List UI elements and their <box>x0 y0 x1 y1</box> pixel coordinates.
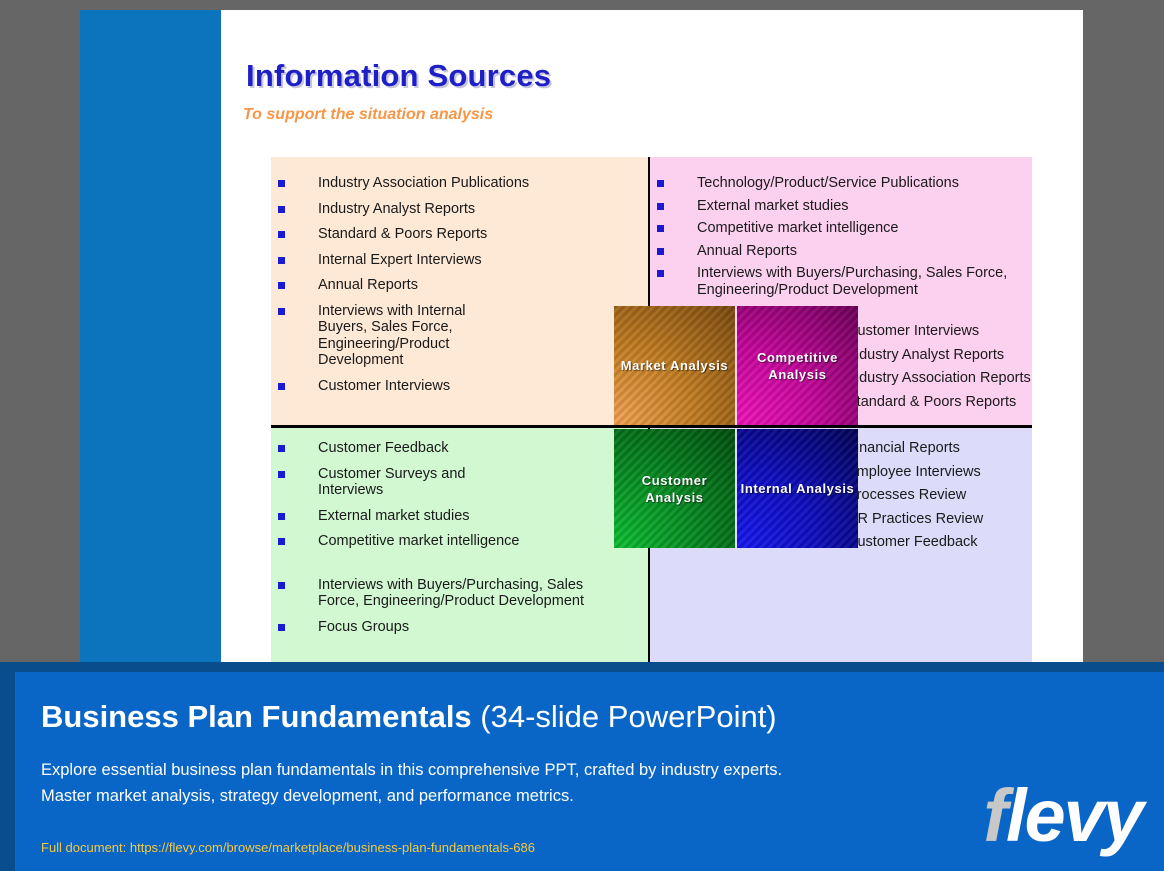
list-item: Focus Groups <box>271 619 643 636</box>
quadrant-market-analysis: Industry Association Publications Indust… <box>271 157 648 425</box>
list-item: Industry Association Publications <box>271 175 601 192</box>
footer-document-link[interactable]: Full document: https://flevy.com/browse/… <box>41 840 535 855</box>
list-item: Competitive market intelligence <box>650 220 1032 237</box>
list-item: Technology/Product/Service Publications <box>650 175 1032 192</box>
footer-description: Explore essential business plan fundamen… <box>41 761 783 805</box>
flevy-logo-f: f <box>983 774 1008 857</box>
flevy-footer-banner: Business Plan Fundamentals (34-slide Pow… <box>0 662 1164 871</box>
screenshot-root: Information Sources To support the situa… <box>0 0 1164 871</box>
list-item: Interviews with Buyers/Purchasing, Sales… <box>650 265 1032 298</box>
center-box-market-analysis: Market Analysis <box>614 306 735 425</box>
center-box-internal-analysis: Internal Analysis <box>737 429 858 548</box>
competitive-analysis-source-list: Technology/Product/Service Publications … <box>650 175 1032 304</box>
customer-analysis-source-list: Customer Feedback Customer Surveys and I… <box>271 440 643 644</box>
list-item: Customer Feedback <box>271 440 643 457</box>
list-item: External market studies <box>650 198 1032 215</box>
list-item: Interviews with Buyers/Purchasing, Sales… <box>271 577 643 610</box>
footer-inner-panel: Business Plan Fundamentals (34-slide Pow… <box>15 672 1164 871</box>
flevy-logo[interactable]: flevy <box>983 779 1144 853</box>
flevy-logo-levy: levy <box>1005 774 1144 857</box>
slide-title: Information Sources <box>246 58 552 93</box>
footer-document-title: Business Plan Fundamentals (34-slide Pow… <box>41 699 777 735</box>
list-item: Industry Analyst Reports <box>271 201 601 218</box>
list-item: Internal Expert Interviews <box>271 252 601 269</box>
slide-subtitle: To support the situation analysis <box>243 106 494 123</box>
list-item: Standard & Poors Reports <box>271 226 601 243</box>
list-item: Customer Interviews <box>271 378 601 395</box>
center-box-competitive-analysis: Competitive Analysis <box>737 306 858 425</box>
list-item: Annual Reports <box>271 277 601 294</box>
list-item: Competitive market intelligence <box>271 533 643 550</box>
list-item: Customer Surveys and Interviews <box>271 466 643 499</box>
slide-canvas: Information Sources To support the situa… <box>80 10 1083 662</box>
list-item: Annual Reports <box>650 243 1032 260</box>
footer-title-bold: Business Plan Fundamentals <box>41 699 472 734</box>
center-box-customer-analysis: Customer Analysis <box>614 429 735 548</box>
market-analysis-source-list: Industry Association Publications Indust… <box>271 175 601 403</box>
matrix-horizontal-divider <box>271 425 1032 428</box>
slide-left-accent-band <box>80 10 221 662</box>
list-item: Interviews with Internal Buyers, Sales F… <box>271 303 601 369</box>
list-item: External market studies <box>271 508 643 525</box>
quadrant-customer-analysis: Customer Feedback Customer Surveys and I… <box>271 428 648 662</box>
footer-title-light: (34-slide PowerPoint) <box>471 699 777 734</box>
information-sources-matrix: Industry Association Publications Indust… <box>271 157 1032 662</box>
